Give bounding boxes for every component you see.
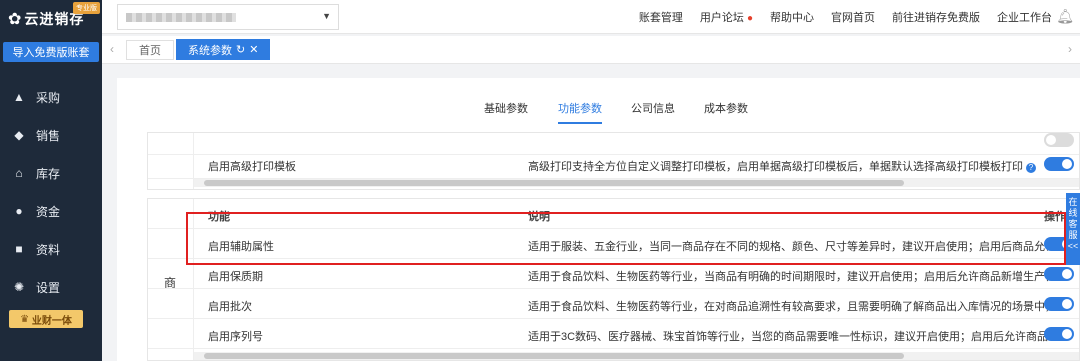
hot-fire-icon: ●: [746, 13, 753, 24]
tab-strip: ‹ 首页 系统参数 ↻ ✕ ›: [102, 36, 1080, 64]
link-official-site[interactable]: 官网首页: [831, 9, 875, 25]
function-name: 启用序列号: [208, 331, 263, 343]
toggle-switch[interactable]: [1044, 297, 1074, 311]
sidebar-item-purchase[interactable]: ▲ 采购: [0, 78, 102, 116]
sidebar-item-label: 销售: [36, 128, 61, 143]
subtab-function[interactable]: 功能参数: [558, 100, 602, 124]
warehouse-icon: ⌂: [15, 166, 23, 180]
print-settings-panel: 启用高级打印模板 高级打印支持全方位自定义调整打印模板，启用单据高级打印模板后，…: [147, 132, 1080, 190]
sidebar-item-settings[interactable]: ✺ 设置: [0, 268, 102, 306]
close-icon[interactable]: ✕: [249, 43, 258, 56]
table-row: 启用批次 适用于食品饮料、生物医药等行业，在对商品追溯性有较高要求，且需要明确了…: [148, 289, 1079, 319]
column-header-description: 说明: [528, 211, 550, 223]
settings-content: 基础参数 功能参数 公司信息 成本参数 启用高级打印模板 高级打印支持全方位自定…: [117, 78, 1080, 361]
table-row: 启用序列号 适用于3C数码、医疗器械、珠宝首饰等行业，当您的商品需要唯一性标识，…: [148, 319, 1079, 349]
sidebar-item-label: 采购: [36, 90, 61, 105]
sidebar-item-funds[interactable]: ● 资金: [0, 192, 102, 230]
edition-badge: 专业版: [73, 2, 100, 14]
horizontal-scrollbar[interactable]: [194, 352, 1079, 360]
sidebar-item-label: 设置: [36, 280, 61, 295]
subtab-company[interactable]: 公司信息: [631, 100, 675, 122]
promo-label: 业财一体: [31, 315, 72, 327]
sidebar-item-label: 资金: [36, 204, 61, 219]
function-description: 适用于3C数码、医疗器械、珠宝首饰等行业，当您的商品需要唯一性标识，建议开启使用…: [528, 331, 1048, 343]
toggle-switch[interactable]: [1044, 157, 1074, 171]
online-service-button[interactable]: 在线客服<<: [1066, 193, 1080, 265]
function-description: 适用于食品饮料、生物医药等行业，当商品有明确的时间期限时，建议开启使用；启用后允…: [528, 271, 1048, 283]
tab-label: 系统参数: [188, 44, 232, 57]
link-help-center[interactable]: 帮助中心: [770, 9, 814, 25]
toggle-switch[interactable]: [1044, 267, 1074, 281]
sidebar-nav: ▲ 采购 ◆ 销售 ⌂ 库存 ● 资金 ■ 资料 ✺ 设置: [0, 78, 102, 306]
sidebar-item-inventory[interactable]: ⌂ 库存: [0, 154, 102, 192]
promo-button[interactable]: ♛ 业财一体: [9, 310, 83, 328]
toggle-switch[interactable]: [1044, 327, 1074, 341]
gear-icon: ✺: [13, 280, 25, 294]
param-subtabs: 基础参数 功能参数 公司信息 成本参数: [117, 78, 1080, 132]
blurred-account-name: [126, 13, 236, 22]
tag-icon: ◆: [14, 128, 24, 142]
subtab-cost[interactable]: 成本参数: [704, 100, 748, 122]
product-settings-panel: 商 功能 说明 操作 启用辅助属性 适用于服装、五金行业，当同一商品存在不同的规…: [147, 198, 1080, 361]
sidebar-item-label: 资料: [36, 242, 61, 257]
link-account-management[interactable]: 账套管理: [639, 9, 683, 25]
toggle-switch[interactable]: [1044, 133, 1074, 147]
function-description: 适用于服装、五金行业，当同一商品存在不同的规格、颜色、尺寸等差异时，建议开启使用…: [528, 241, 1048, 253]
tab-scroll-right-icon[interactable]: ›: [1068, 42, 1072, 56]
scrollbar-thumb[interactable]: [204, 180, 904, 186]
import-free-account-button[interactable]: 导入免费版账套: [3, 42, 99, 62]
logo[interactable]: ✿ 云进销存 专业版: [0, 0, 102, 38]
function-description: 适用于食品饮料、生物医药等行业，在对商品追溯性有较高要求，且需要明确了解商品出入…: [528, 301, 1048, 313]
sidebar-item-label: 库存: [36, 166, 61, 181]
bag-icon: ▲: [13, 90, 25, 104]
scrollbar-thumb[interactable]: [204, 353, 904, 359]
table-header: 功能 说明 操作: [148, 199, 1079, 229]
link-user-forum[interactable]: 用户论坛 ●: [700, 9, 753, 25]
function-name: 启用辅助属性: [208, 241, 274, 253]
account-select[interactable]: ▼: [117, 4, 339, 30]
table-row: 启用高级打印模板 高级打印支持全方位自定义调整打印模板，启用单据高级打印模板后，…: [148, 149, 1079, 179]
coin-icon: ●: [15, 204, 23, 218]
logo-icon: ✿: [8, 11, 22, 28]
horizontal-scrollbar[interactable]: [194, 179, 1079, 187]
document-icon: ■: [15, 242, 23, 256]
bell-icon[interactable]: 🔔︎: [1056, 8, 1074, 25]
tab-scroll-left-icon[interactable]: ‹: [110, 42, 114, 56]
caret-down-icon: ▼: [322, 11, 331, 21]
sidebar: ✿ 云进销存 专业版 导入免费版账套 ▲ 采购 ◆ 销售 ⌂ 库存 ● 资金 ■…: [0, 0, 102, 361]
function-name: 启用高级打印模板: [208, 161, 296, 173]
top-header: ▼ 账套管理 用户论坛 ● 帮助中心 官网首页 前往进销存免费版 企业工作台 🔔…: [102, 0, 1080, 34]
function-name: 启用批次: [208, 301, 252, 313]
tab-system-params[interactable]: 系统参数 ↻ ✕: [176, 39, 271, 60]
function-name: 启用保质期: [208, 271, 263, 283]
sidebar-item-data[interactable]: ■ 资料: [0, 230, 102, 268]
table-row: 启用辅助属性 适用于服装、五金行业，当同一商品存在不同的规格、颜色、尺寸等差异时…: [148, 229, 1079, 259]
table-row: 启用保质期 适用于食品饮料、生物医药等行业，当商品有明确的时间期限时，建议开启使…: [148, 259, 1079, 289]
top-links: 账套管理 用户论坛 ● 帮助中心 官网首页 前往进销存免费版 企业工作台: [639, 0, 1052, 34]
subtab-basic[interactable]: 基础参数: [484, 100, 528, 122]
refresh-icon[interactable]: ↻: [236, 43, 245, 56]
help-icon[interactable]: ?: [1026, 163, 1036, 173]
crown-icon: ♛: [20, 313, 32, 325]
sidebar-item-sales[interactable]: ◆ 销售: [0, 116, 102, 154]
column-header-operation: 操作: [1044, 211, 1066, 223]
link-enterprise-workbench[interactable]: 企业工作台: [997, 9, 1052, 25]
tab-home[interactable]: 首页: [126, 40, 174, 60]
function-description: 高级打印支持全方位自定义调整打印模板，启用单据高级打印模板后，单据默认选择高级打…: [528, 158, 1048, 174]
link-free-version[interactable]: 前往进销存免费版: [892, 9, 980, 25]
column-header-function: 功能: [208, 211, 230, 223]
